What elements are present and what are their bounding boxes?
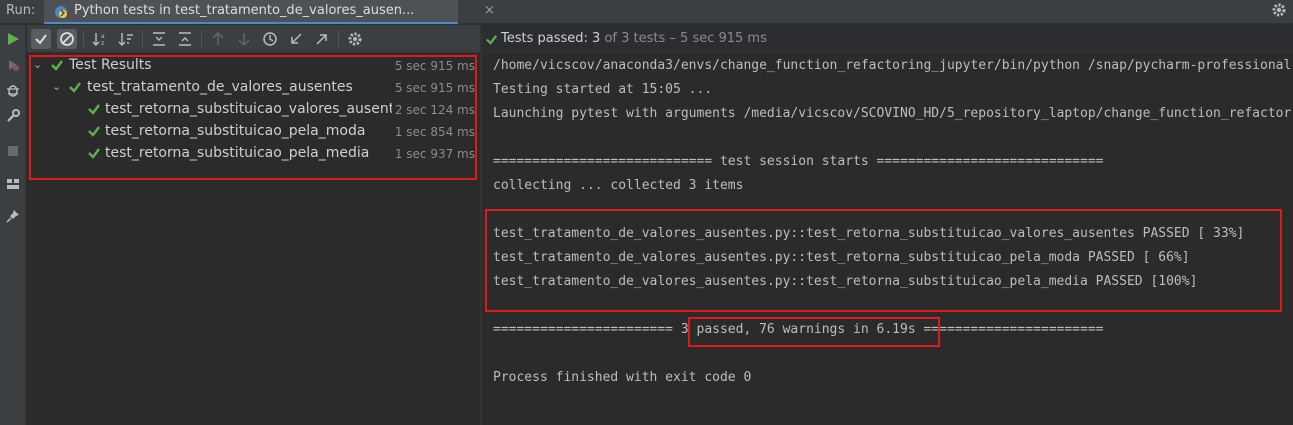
rerun-failed-icon[interactable] [5, 57, 21, 73]
import-icon[interactable] [286, 29, 306, 49]
passed-check-icon [486, 35, 498, 45]
passed-label: Tests passed: [501, 31, 588, 46]
show-passed-icon[interactable] [31, 29, 51, 49]
prev-failed-icon[interactable] [208, 29, 228, 49]
gear-icon[interactable] [1271, 2, 1287, 18]
console-line: collecting ... collected 3 items [493, 178, 744, 193]
tab-python-tests[interactable]: Python tests in test_tratamento_de_valor… [44, 0, 495, 24]
debug-icon[interactable] [5, 82, 21, 98]
layout-icon[interactable] [5, 176, 21, 192]
passed-count: 3 [592, 31, 601, 46]
test-results-tree: ⌄ Test Results 5 sec 915 ms ⌄ test_trata… [27, 54, 480, 425]
python-test-icon [55, 6, 67, 18]
next-failed-icon[interactable] [234, 29, 254, 49]
export-icon[interactable] [312, 29, 332, 49]
settings-icon[interactable] [345, 29, 365, 49]
expand-all-icon[interactable] [149, 29, 169, 49]
console-line: ============================ test sessio… [493, 154, 1104, 169]
pin-icon[interactable] [5, 208, 21, 224]
sort-duration-icon[interactable] [116, 29, 136, 49]
close-tab-icon[interactable]: × [484, 3, 495, 18]
run-tool-window-header: Run: Python tests in test_tratamento_de_… [0, 0, 1293, 24]
svg-text:a: a [101, 33, 105, 40]
wrench-icon[interactable] [5, 108, 21, 124]
collapse-all-icon[interactable] [175, 29, 195, 49]
sort-alpha-icon[interactable]: az [90, 29, 110, 49]
passed-rest: of 3 tests – 5 sec 915 ms [604, 31, 767, 46]
test-status-bar: Tests passed: 3 of 3 tests – 5 sec 915 m… [482, 25, 1293, 53]
test-tree-toolbar: az [27, 25, 480, 53]
run-icon[interactable] [5, 31, 21, 47]
stop-icon[interactable] [5, 143, 21, 159]
console-line: Launching pytest with arguments /media/v… [493, 106, 1292, 121]
run-label: Run: [6, 3, 36, 18]
tests-passed-summary: Tests passed: 3 of 3 tests – 5 sec 915 m… [501, 31, 767, 46]
svg-text:z: z [101, 40, 104, 47]
console-line: /home/vicscov/anaconda3/envs/change_func… [493, 58, 1292, 73]
highlight-box [485, 209, 1282, 312]
console-line: Testing started at 15:05 ... [493, 82, 713, 97]
highlight-box [29, 55, 477, 180]
show-ignored-icon[interactable] [57, 29, 77, 49]
tab-title: Python tests in test_tratamento_de_valor… [74, 3, 415, 18]
highlight-box [688, 317, 940, 347]
console-output[interactable]: /home/vicscov/anaconda3/envs/change_func… [482, 54, 1293, 425]
history-icon[interactable] [260, 29, 280, 49]
run-side-toolbar [0, 25, 26, 425]
console-line: Process finished with exit code 0 [493, 370, 752, 385]
